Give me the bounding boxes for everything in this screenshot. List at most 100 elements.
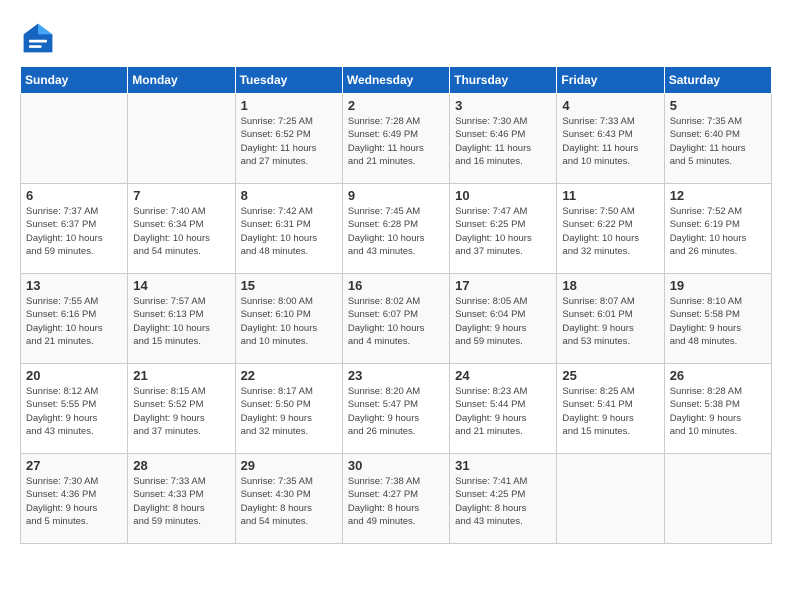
calendar-body: 1 Sunrise: 7:25 AM Sunset: 6:52 PM Daylig… bbox=[21, 94, 772, 544]
day-number: 9 bbox=[348, 188, 444, 203]
calendar-cell: 6 Sunrise: 7:37 AM Sunset: 6:37 PM Daylig… bbox=[21, 184, 128, 274]
day-number: 28 bbox=[133, 458, 229, 473]
logo bbox=[20, 20, 62, 56]
day-info: Sunrise: 8:07 AM Sunset: 6:01 PM Dayligh… bbox=[562, 295, 658, 348]
day-number: 22 bbox=[241, 368, 337, 383]
calendar-cell: 7 Sunrise: 7:40 AM Sunset: 6:34 PM Daylig… bbox=[128, 184, 235, 274]
day-number: 12 bbox=[670, 188, 766, 203]
day-number: 26 bbox=[670, 368, 766, 383]
weekday-header: Tuesday bbox=[235, 67, 342, 94]
day-info: Sunrise: 7:25 AM Sunset: 6:52 PM Dayligh… bbox=[241, 115, 337, 168]
calendar-cell: 28 Sunrise: 7:33 AM Sunset: 4:33 PM Dayli… bbox=[128, 454, 235, 544]
weekday-header: Saturday bbox=[664, 67, 771, 94]
day-number: 3 bbox=[455, 98, 551, 113]
calendar-week-row: 27 Sunrise: 7:30 AM Sunset: 4:36 PM Dayli… bbox=[21, 454, 772, 544]
day-info: Sunrise: 7:42 AM Sunset: 6:31 PM Dayligh… bbox=[241, 205, 337, 258]
calendar-cell: 26 Sunrise: 8:28 AM Sunset: 5:38 PM Dayli… bbox=[664, 364, 771, 454]
day-info: Sunrise: 7:37 AM Sunset: 6:37 PM Dayligh… bbox=[26, 205, 122, 258]
day-info: Sunrise: 8:28 AM Sunset: 5:38 PM Dayligh… bbox=[670, 385, 766, 438]
calendar-header: SundayMondayTuesdayWednesdayThursdayFrid… bbox=[21, 67, 772, 94]
day-number: 24 bbox=[455, 368, 551, 383]
day-number: 15 bbox=[241, 278, 337, 293]
day-number: 29 bbox=[241, 458, 337, 473]
calendar-cell bbox=[557, 454, 664, 544]
calendar-cell: 23 Sunrise: 8:20 AM Sunset: 5:47 PM Dayli… bbox=[342, 364, 449, 454]
day-number: 21 bbox=[133, 368, 229, 383]
day-info: Sunrise: 8:02 AM Sunset: 6:07 PM Dayligh… bbox=[348, 295, 444, 348]
calendar-cell bbox=[128, 94, 235, 184]
calendar-cell: 11 Sunrise: 7:50 AM Sunset: 6:22 PM Dayli… bbox=[557, 184, 664, 274]
calendar-cell: 20Sunrise: 8:12 AM Sunset: 5:55 PM Dayli… bbox=[21, 364, 128, 454]
weekday-header: Wednesday bbox=[342, 67, 449, 94]
calendar-cell: 4 Sunrise: 7:33 AM Sunset: 6:43 PM Daylig… bbox=[557, 94, 664, 184]
day-info: Sunrise: 7:30 AM Sunset: 4:36 PM Dayligh… bbox=[26, 475, 122, 528]
weekday-header: Sunday bbox=[21, 67, 128, 94]
day-info: Sunrise: 8:17 AM Sunset: 5:50 PM Dayligh… bbox=[241, 385, 337, 438]
day-number: 19 bbox=[670, 278, 766, 293]
calendar-cell: 21 Sunrise: 8:15 AM Sunset: 5:52 PM Dayli… bbox=[128, 364, 235, 454]
day-info: Sunrise: 7:50 AM Sunset: 6:22 PM Dayligh… bbox=[562, 205, 658, 258]
day-number: 31 bbox=[455, 458, 551, 473]
day-number: 16 bbox=[348, 278, 444, 293]
day-number: 8 bbox=[241, 188, 337, 203]
calendar-table: SundayMondayTuesdayWednesdayThursdayFrid… bbox=[20, 66, 772, 544]
day-info: Sunrise: 8:23 AM Sunset: 5:44 PM Dayligh… bbox=[455, 385, 551, 438]
calendar-cell: 19 Sunrise: 8:10 AM Sunset: 5:58 PM Dayli… bbox=[664, 274, 771, 364]
calendar-week-row: 20Sunrise: 8:12 AM Sunset: 5:55 PM Dayli… bbox=[21, 364, 772, 454]
day-number: 4 bbox=[562, 98, 658, 113]
day-info: Sunrise: 8:05 AM Sunset: 6:04 PM Dayligh… bbox=[455, 295, 551, 348]
calendar-cell: 1 Sunrise: 7:25 AM Sunset: 6:52 PM Daylig… bbox=[235, 94, 342, 184]
day-number: 13 bbox=[26, 278, 122, 293]
day-info: Sunrise: 7:55 AM Sunset: 6:16 PM Dayligh… bbox=[26, 295, 122, 348]
day-number: 7 bbox=[133, 188, 229, 203]
calendar-cell: 13 Sunrise: 7:55 AM Sunset: 6:16 PM Dayli… bbox=[21, 274, 128, 364]
day-number: 5 bbox=[670, 98, 766, 113]
day-number: 30 bbox=[348, 458, 444, 473]
calendar-cell: 25Sunrise: 8:25 AM Sunset: 5:41 PM Dayli… bbox=[557, 364, 664, 454]
calendar-week-row: 1 Sunrise: 7:25 AM Sunset: 6:52 PM Daylig… bbox=[21, 94, 772, 184]
calendar-cell: 8 Sunrise: 7:42 AM Sunset: 6:31 PM Daylig… bbox=[235, 184, 342, 274]
day-info: Sunrise: 8:00 AM Sunset: 6:10 PM Dayligh… bbox=[241, 295, 337, 348]
calendar-cell: 27 Sunrise: 7:30 AM Sunset: 4:36 PM Dayli… bbox=[21, 454, 128, 544]
weekday-header: Monday bbox=[128, 67, 235, 94]
day-number: 27 bbox=[26, 458, 122, 473]
day-info: Sunrise: 7:57 AM Sunset: 6:13 PM Dayligh… bbox=[133, 295, 229, 348]
calendar-cell: 2 Sunrise: 7:28 AM Sunset: 6:49 PM Daylig… bbox=[342, 94, 449, 184]
day-info: Sunrise: 7:40 AM Sunset: 6:34 PM Dayligh… bbox=[133, 205, 229, 258]
day-number: 23 bbox=[348, 368, 444, 383]
weekday-row: SundayMondayTuesdayWednesdayThursdayFrid… bbox=[21, 67, 772, 94]
day-info: Sunrise: 7:45 AM Sunset: 6:28 PM Dayligh… bbox=[348, 205, 444, 258]
calendar-cell: 5Sunrise: 7:35 AM Sunset: 6:40 PM Daylig… bbox=[664, 94, 771, 184]
calendar-cell: 17 Sunrise: 8:05 AM Sunset: 6:04 PM Dayli… bbox=[450, 274, 557, 364]
day-info: Sunrise: 7:38 AM Sunset: 4:27 PM Dayligh… bbox=[348, 475, 444, 528]
day-number: 1 bbox=[241, 98, 337, 113]
day-info: Sunrise: 8:15 AM Sunset: 5:52 PM Dayligh… bbox=[133, 385, 229, 438]
day-info: Sunrise: 7:35 AM Sunset: 4:30 PM Dayligh… bbox=[241, 475, 337, 528]
day-number: 17 bbox=[455, 278, 551, 293]
calendar-cell: 30 Sunrise: 7:38 AM Sunset: 4:27 PM Dayli… bbox=[342, 454, 449, 544]
calendar-cell: 3Sunrise: 7:30 AM Sunset: 6:46 PM Daylig… bbox=[450, 94, 557, 184]
calendar-cell: 29 Sunrise: 7:35 AM Sunset: 4:30 PM Dayli… bbox=[235, 454, 342, 544]
day-info: Sunrise: 7:41 AM Sunset: 4:25 PM Dayligh… bbox=[455, 475, 551, 528]
day-info: Sunrise: 7:52 AM Sunset: 6:19 PM Dayligh… bbox=[670, 205, 766, 258]
day-info: Sunrise: 8:10 AM Sunset: 5:58 PM Dayligh… bbox=[670, 295, 766, 348]
calendar-cell: 24 Sunrise: 8:23 AM Sunset: 5:44 PM Dayli… bbox=[450, 364, 557, 454]
calendar-cell: 15 Sunrise: 8:00 AM Sunset: 6:10 PM Dayli… bbox=[235, 274, 342, 364]
logo-icon bbox=[20, 20, 56, 56]
day-number: 14 bbox=[133, 278, 229, 293]
day-info: Sunrise: 8:20 AM Sunset: 5:47 PM Dayligh… bbox=[348, 385, 444, 438]
day-number: 11 bbox=[562, 188, 658, 203]
calendar-cell: 31 Sunrise: 7:41 AM Sunset: 4:25 PM Dayli… bbox=[450, 454, 557, 544]
day-info: Sunrise: 7:33 AM Sunset: 4:33 PM Dayligh… bbox=[133, 475, 229, 528]
page-header bbox=[20, 20, 772, 56]
calendar-week-row: 6 Sunrise: 7:37 AM Sunset: 6:37 PM Daylig… bbox=[21, 184, 772, 274]
calendar-cell: 16 Sunrise: 8:02 AM Sunset: 6:07 PM Dayli… bbox=[342, 274, 449, 364]
day-number: 6 bbox=[26, 188, 122, 203]
day-number: 2 bbox=[348, 98, 444, 113]
calendar-cell bbox=[664, 454, 771, 544]
day-info: Sunrise: 7:28 AM Sunset: 6:49 PM Dayligh… bbox=[348, 115, 444, 168]
calendar-cell bbox=[21, 94, 128, 184]
weekday-header: Friday bbox=[557, 67, 664, 94]
calendar-week-row: 13 Sunrise: 7:55 AM Sunset: 6:16 PM Dayli… bbox=[21, 274, 772, 364]
day-info: Sunrise: 7:33 AM Sunset: 6:43 PM Dayligh… bbox=[562, 115, 658, 168]
